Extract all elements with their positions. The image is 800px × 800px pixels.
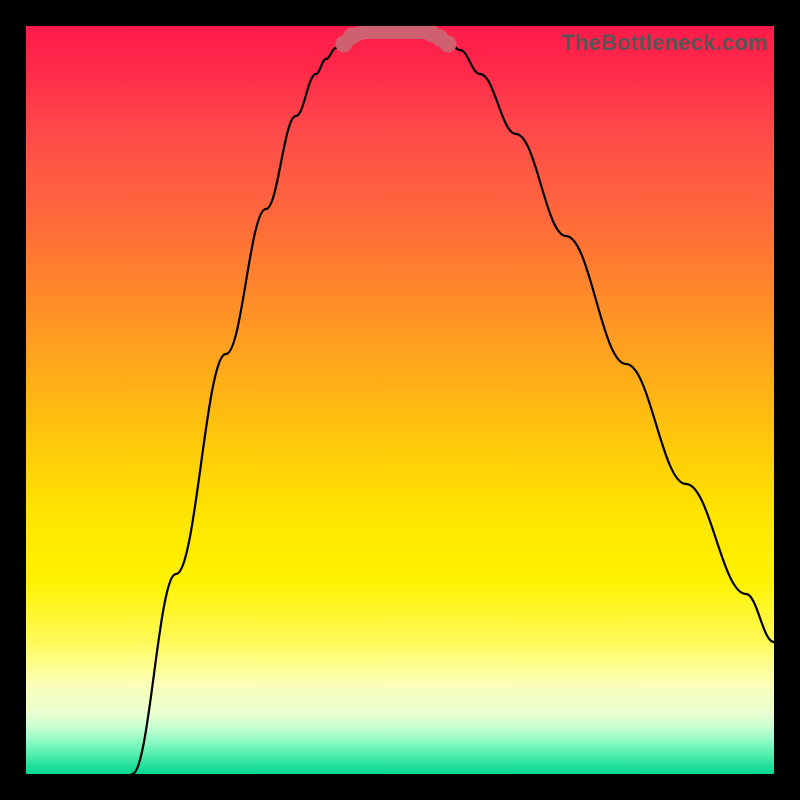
marker-dot (344, 28, 361, 45)
marker-band (344, 32, 448, 44)
marker-dot (440, 36, 457, 53)
marker-dot (432, 30, 449, 47)
bottleneck-curve (132, 32, 774, 774)
watermark-label: TheBottleneck.com (562, 30, 768, 56)
plot-area: TheBottleneck.com (26, 26, 774, 774)
curve-layer (26, 26, 774, 774)
marker-dot (424, 26, 441, 43)
marker-dots (336, 26, 457, 53)
marker-dot (336, 36, 353, 53)
chart-container: TheBottleneck.com (0, 0, 800, 800)
